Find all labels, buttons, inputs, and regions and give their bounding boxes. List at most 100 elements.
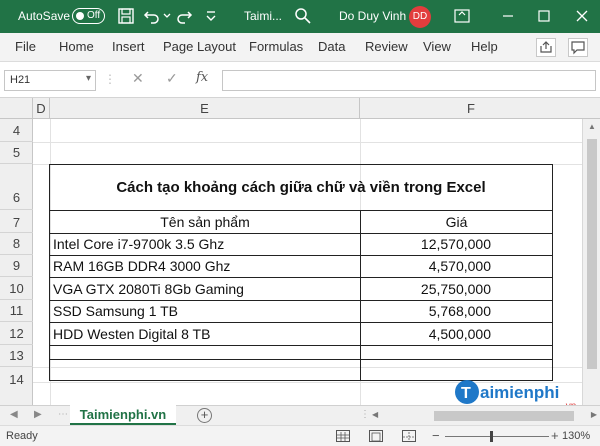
header-price[interactable]: Giá	[361, 214, 552, 230]
menu-bar: File Home Insert Page Layout Formulas Da…	[0, 33, 600, 62]
product-cell[interactable]: Intel Core i7-9700k 3.5 Ghz	[53, 236, 224, 252]
customize-toolbar-icon[interactable]	[203, 7, 221, 25]
page-break-view-icon[interactable]	[402, 430, 416, 442]
horizontal-scrollbar[interactable]: ◀ ▶	[372, 409, 597, 423]
row-header-14[interactable]: 14	[0, 367, 33, 405]
cancel-icon[interactable]: ✕	[132, 70, 144, 87]
price-cell[interactable]: 4,570,000	[361, 258, 491, 274]
table-line	[49, 359, 553, 360]
page-layout-view-icon[interactable]	[369, 430, 383, 442]
table-line	[49, 322, 553, 323]
row-header-10[interactable]: 10	[0, 277, 33, 300]
menu-view[interactable]: View	[423, 39, 451, 54]
add-sheet-icon[interactable]: +	[197, 408, 212, 423]
menu-home[interactable]: Home	[59, 39, 94, 54]
user-name[interactable]: Do Duy Vinh	[339, 9, 406, 23]
undo-icon[interactable]	[143, 7, 161, 25]
formula-bar: H21 ▾ ⋮ ✕ ✓ fx	[0, 62, 600, 98]
tab-split-icon[interactable]: ⋮	[360, 409, 370, 420]
menu-review[interactable]: Review	[365, 39, 408, 54]
autosave-state: Off	[87, 10, 101, 21]
horizontal-scroll-thumb[interactable]	[434, 411, 574, 421]
title-bar: AutoSave Off Taimi... Do Duy Vinh DD	[0, 0, 600, 33]
menu-data[interactable]: Data	[318, 39, 345, 54]
zoom-slider-handle[interactable]	[490, 431, 493, 442]
logo-brand-text: aimienphi	[480, 383, 559, 402]
table-line	[49, 210, 553, 211]
price-cell[interactable]: 25,750,000	[361, 281, 491, 297]
price-cell[interactable]: 12,570,000	[361, 236, 491, 252]
ribbon-display-icon[interactable]	[450, 4, 474, 28]
comment-icon	[571, 41, 585, 55]
table-line	[49, 255, 553, 256]
save-icon[interactable]	[117, 7, 135, 25]
row-header-5[interactable]: 5	[0, 142, 33, 164]
normal-view-icon[interactable]	[336, 430, 350, 442]
header-product[interactable]: Tên sản phẩm	[50, 214, 360, 230]
vertical-scroll-thumb[interactable]	[587, 139, 597, 369]
table-line	[49, 233, 553, 234]
product-cell[interactable]: VGA GTX 2080Ti 8Gb Gaming	[53, 281, 244, 297]
column-header-e[interactable]: E	[50, 98, 360, 119]
share-icon	[540, 41, 552, 53]
row-header-7[interactable]: 7	[0, 210, 33, 233]
row-header-9[interactable]: 9	[0, 255, 33, 277]
enter-icon[interactable]: ✓	[166, 70, 178, 87]
vertical-scrollbar[interactable]: ▲	[582, 119, 600, 405]
minimize-icon[interactable]	[496, 4, 520, 28]
zoom-level[interactable]: 130%	[562, 430, 590, 442]
table-title[interactable]: Cách tạo khoảng cách giữa chữ và viền tr…	[50, 179, 552, 196]
avatar[interactable]: DD	[409, 6, 431, 28]
share-button[interactable]	[536, 38, 556, 57]
product-cell[interactable]: SSD Samsung 1 TB	[53, 303, 178, 319]
scroll-right-icon[interactable]: ▶	[591, 410, 597, 419]
menu-page-layout[interactable]: Page Layout	[163, 39, 236, 54]
menu-formulas[interactable]: Formulas	[249, 39, 303, 54]
sheet-tab-active[interactable]: Taimienphi.vn	[70, 405, 176, 425]
maximize-icon[interactable]	[532, 4, 556, 28]
row-header-11[interactable]: 11	[0, 300, 33, 322]
more-options-icon: ⋮	[104, 72, 116, 86]
column-header-f[interactable]: F	[360, 98, 582, 119]
name-box-value: H21	[10, 74, 31, 86]
name-box[interactable]: H21 ▾	[4, 70, 96, 91]
menu-insert[interactable]: Insert	[112, 39, 145, 54]
status-bar: Ready − + 130%	[0, 425, 600, 446]
scroll-up-icon[interactable]: ▲	[588, 122, 596, 131]
row-header-13[interactable]: 13	[0, 345, 33, 367]
table-line	[49, 277, 553, 278]
sheet-more-icon[interactable]: ⋯	[58, 409, 68, 420]
price-cell[interactable]: 4,500,000	[361, 326, 491, 342]
autosave-toggle[interactable]: Off	[72, 8, 105, 24]
previous-sheet-icon[interactable]: ◀	[10, 409, 18, 420]
menu-help[interactable]: Help	[471, 39, 498, 54]
zoom-in-button[interactable]: +	[551, 428, 559, 443]
product-cell[interactable]: RAM 16GB DDR4 3000 Ghz	[53, 258, 230, 274]
column-header-d[interactable]: D	[33, 98, 50, 119]
zoom-out-button[interactable]: −	[432, 428, 440, 443]
zoom-slider[interactable]	[445, 436, 549, 437]
comments-button[interactable]	[568, 38, 588, 57]
chevron-down-icon[interactable]: ▾	[86, 73, 91, 84]
row-header-8[interactable]: 8	[0, 233, 33, 255]
row-header-6[interactable]: 6	[0, 164, 33, 210]
row-header-4[interactable]: 4	[0, 119, 33, 142]
gridline	[33, 142, 582, 143]
redo-icon[interactable]	[175, 7, 193, 25]
table-line	[49, 345, 553, 346]
product-cell[interactable]: HDD Westen Digital 8 TB	[53, 326, 210, 342]
sheet-tab-bar: ◀ ▶ ⋯ Taimienphi.vn + ⋮ ◀ ▶	[0, 405, 600, 425]
insert-function-icon[interactable]: fx	[196, 70, 208, 85]
formula-input[interactable]	[222, 70, 596, 91]
menu-file[interactable]: File	[15, 39, 36, 54]
select-all-corner[interactable]	[0, 98, 33, 119]
worksheet-grid[interactable]: D E F 4 5 6 7 8 9 10 11 12 13 14 Cách tạ…	[0, 98, 600, 405]
row-header-column: 4 5 6 7 8 9 10 11 12 13 14	[0, 119, 33, 405]
next-sheet-icon[interactable]: ▶	[34, 409, 42, 420]
row-header-12[interactable]: 12	[0, 322, 33, 345]
scroll-left-icon[interactable]: ◀	[372, 410, 378, 419]
price-cell[interactable]: 5,768,000	[361, 303, 491, 319]
status-ready: Ready	[6, 430, 38, 442]
close-icon[interactable]	[570, 4, 594, 28]
search-icon[interactable]	[294, 7, 312, 25]
